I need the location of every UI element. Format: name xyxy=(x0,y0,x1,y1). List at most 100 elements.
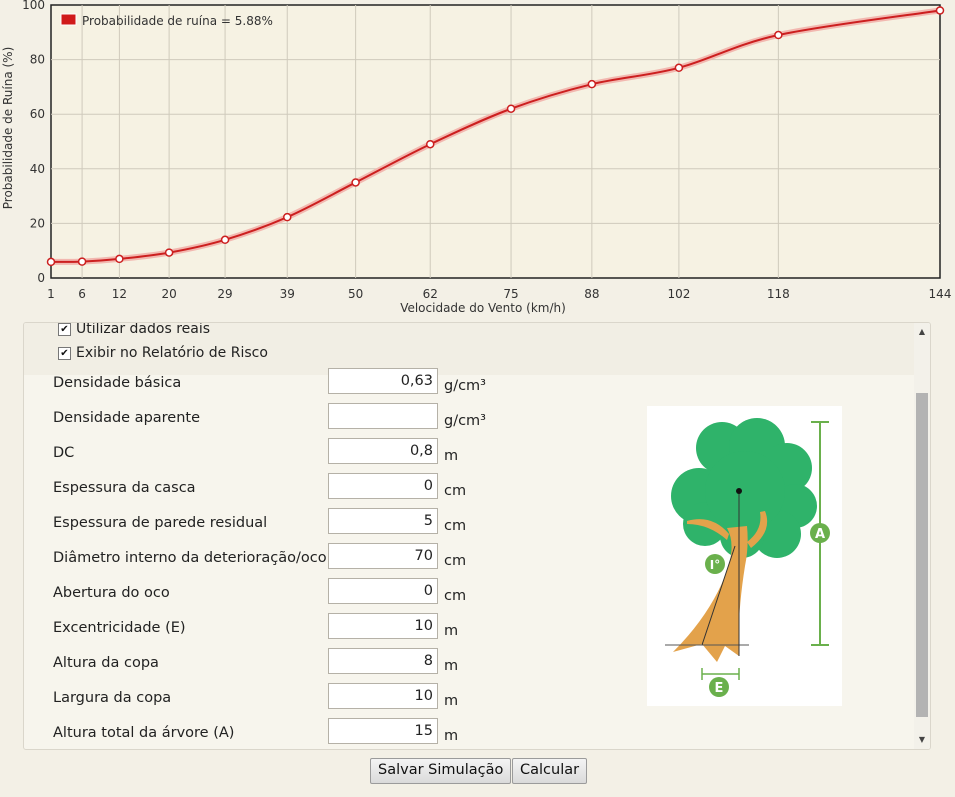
hollow-opening-input[interactable]: 0 xyxy=(328,578,438,604)
field-unit: m xyxy=(444,728,459,744)
field-label: Densidade aparente xyxy=(53,410,201,426)
field-residual-wall: Espessura de parede residual 5 cm xyxy=(53,508,513,538)
field-unit: m xyxy=(444,448,459,464)
field-label: DC xyxy=(53,445,75,461)
crown-height-input[interactable]: 8 xyxy=(328,648,438,674)
legend-swatch xyxy=(60,13,77,26)
tree-diagram: A I° E xyxy=(647,406,842,706)
plot-area xyxy=(50,4,941,279)
badge-i-label: I° xyxy=(710,558,720,572)
data-point[interactable] xyxy=(220,235,230,245)
field-tree-height: Altura total da árvore (A) 15 m xyxy=(53,718,513,748)
bark-thickness-input[interactable]: 0 xyxy=(328,473,438,499)
tree-height-input[interactable]: 15 xyxy=(328,718,438,744)
badge-e-label: E xyxy=(715,681,724,696)
data-point[interactable] xyxy=(46,257,56,267)
x-axis-label: Velocidade do Vento (km/h) xyxy=(400,301,566,315)
field-unit: g/cm³ xyxy=(444,413,486,429)
x-tick-label: 29 xyxy=(217,287,232,301)
residual-wall-input[interactable]: 5 xyxy=(328,508,438,534)
y-tick-label: 20 xyxy=(30,216,45,230)
field-label: Diâmetro interno da deterioração/oco xyxy=(53,550,327,566)
data-point[interactable] xyxy=(587,79,597,89)
field-unit: m xyxy=(444,693,459,709)
field-crown-height: Altura da copa 8 m xyxy=(53,648,513,678)
checkbox-real-data[interactable]: ✔ Utilizar dados reais xyxy=(58,322,211,337)
center-of-mass-dot xyxy=(736,488,742,494)
y-tick-label: 60 xyxy=(30,107,45,121)
field-unit: cm xyxy=(444,518,467,534)
crown-width-input[interactable]: 10 xyxy=(328,683,438,709)
calculate-button[interactable]: Calcular xyxy=(512,758,588,784)
x-tick-label: 20 xyxy=(161,287,176,301)
data-point[interactable] xyxy=(425,139,435,149)
data-point[interactable] xyxy=(674,63,684,73)
field-inner-diameter: Diâmetro interno da deterioração/oco 70 … xyxy=(53,543,513,573)
x-tick-label: 62 xyxy=(423,287,438,301)
field-eccentricity: Excentricidade (E) 10 m xyxy=(53,613,513,643)
tree-illustration: A I° E xyxy=(665,418,830,697)
field-label: Largura da copa xyxy=(53,690,172,706)
field-label: Espessura de parede residual xyxy=(53,515,268,531)
checkbox-real-data-label: Utilizar dados reais xyxy=(76,322,211,337)
y-tick-label: 80 xyxy=(30,53,45,67)
data-point[interactable] xyxy=(164,248,174,257)
inner-diameter-input[interactable]: 70 xyxy=(328,543,438,569)
y-axis-label: Probabilidade de Ruína (%) xyxy=(1,47,15,210)
data-point[interactable] xyxy=(115,254,124,264)
parameters-panel: ✔ Utilizar dados reais ✔ Exibir no Relat… xyxy=(23,322,931,750)
data-point[interactable] xyxy=(351,178,360,187)
field-hollow-opening: Abertura do oco 0 cm xyxy=(53,578,513,608)
eccentricity-input[interactable]: 10 xyxy=(328,613,438,639)
wind-probability-chart: 0 20 40 60 80 100 1 6 12 20 29 39 50 62 75 88 102 118 144… xyxy=(1,0,951,315)
x-axis-ticks: 1 6 12 20 29 39 50 62 75 88 102 118 144 xyxy=(47,287,951,301)
x-tick-label: 75 xyxy=(503,287,518,301)
field-label: Densidade básica xyxy=(53,375,182,391)
apparent-density-input[interactable] xyxy=(328,403,438,429)
save-simulation-button[interactable]: Salvar Simulação xyxy=(370,758,512,784)
x-tick-label: 12 xyxy=(112,287,127,301)
legend-label: Probabilidade de ruína = 5.88% xyxy=(82,14,273,28)
tree-trunk xyxy=(673,526,748,662)
x-tick-label: 88 xyxy=(584,287,599,301)
checkbox-risk-report[interactable]: ✔ Exibir no Relatório de Risco xyxy=(58,345,268,361)
field-unit: cm xyxy=(444,553,467,569)
scroll-down-arrow-icon[interactable]: ▼ xyxy=(914,733,930,747)
data-point[interactable] xyxy=(506,104,516,113)
field-label: Espessura da casca xyxy=(53,480,196,496)
checkbox-risk-report-label: Exibir no Relatório de Risco xyxy=(76,345,268,361)
field-unit: cm xyxy=(444,588,467,604)
x-tick-label: 102 xyxy=(667,287,690,301)
field-unit: g/cm³ xyxy=(444,378,486,394)
badge-a-label: A xyxy=(815,527,825,542)
field-label: Abertura do oco xyxy=(53,585,170,601)
field-apparent-density: Densidade aparente g/cm³ xyxy=(53,403,513,433)
check-icon[interactable]: ✔ xyxy=(58,323,71,336)
x-tick-label: 1 xyxy=(47,287,55,301)
chart-legend: Probabilidade de ruína = 5.88% xyxy=(60,13,273,28)
field-label: Altura total da árvore (A) xyxy=(53,725,235,741)
check-icon[interactable]: ✔ xyxy=(58,346,71,360)
data-point[interactable] xyxy=(282,212,292,222)
y-tick-label: 40 xyxy=(30,162,45,176)
field-crown-width: Largura da copa 10 m xyxy=(53,683,513,713)
data-point[interactable] xyxy=(935,6,945,15)
x-tick-label: 144 xyxy=(929,287,952,301)
field-basic-density: Densidade básica 0,63 g/cm³ xyxy=(53,368,513,398)
field-unit: m xyxy=(444,623,459,639)
y-tick-label: 0 xyxy=(37,271,45,285)
scrollbar-thumb[interactable] xyxy=(916,393,928,717)
y-tick-label: 100 xyxy=(22,0,45,12)
data-point[interactable] xyxy=(77,257,87,266)
x-tick-label: 39 xyxy=(280,287,295,301)
x-tick-label: 6 xyxy=(78,287,86,301)
field-unit: m xyxy=(444,658,459,674)
basic-density-input[interactable]: 0,63 xyxy=(328,368,438,394)
x-tick-label: 50 xyxy=(348,287,363,301)
scroll-up-arrow-icon[interactable]: ▲ xyxy=(914,325,930,339)
x-tick-label: 118 xyxy=(767,287,790,301)
field-label: Altura da copa xyxy=(53,655,159,671)
data-point[interactable] xyxy=(774,30,783,40)
dc-input[interactable]: 0,8 xyxy=(328,438,438,464)
y-axis-ticks: 0 20 40 60 80 100 xyxy=(22,0,45,285)
